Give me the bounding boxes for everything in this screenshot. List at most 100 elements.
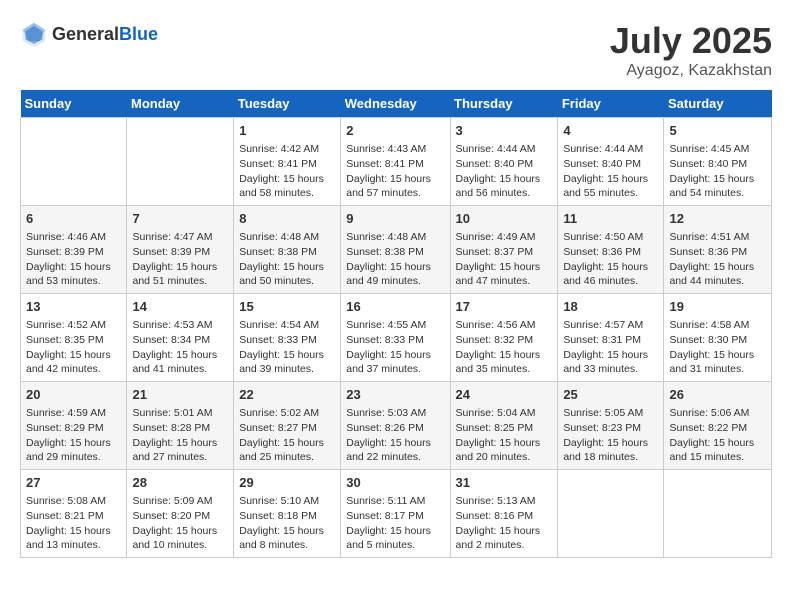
weekday-header-sunday: Sunday [21, 90, 127, 118]
day-number: 20 [26, 386, 121, 404]
day-info: Sunrise: 4:59 AMSunset: 8:29 PMDaylight:… [26, 406, 121, 465]
calendar-cell: 31 Sunrise: 5:13 AMSunset: 8:16 PMDayligh… [450, 470, 558, 558]
calendar-location: Ayagoz, Kazakhstan [610, 62, 772, 80]
logo: GeneralBlue [20, 20, 158, 48]
calendar-cell: 7 Sunrise: 4:47 AMSunset: 8:39 PMDaylight… [127, 206, 234, 294]
day-info: Sunrise: 5:04 AMSunset: 8:25 PMDaylight:… [456, 406, 553, 465]
weekday-header-thursday: Thursday [450, 90, 558, 118]
day-number: 21 [132, 386, 228, 404]
day-info: Sunrise: 4:55 AMSunset: 8:33 PMDaylight:… [346, 318, 444, 377]
calendar-week-1: 1 Sunrise: 4:42 AMSunset: 8:41 PMDaylight… [21, 118, 772, 206]
day-number: 29 [239, 474, 335, 492]
calendar-week-3: 13 Sunrise: 4:52 AMSunset: 8:35 PMDayligh… [21, 294, 772, 382]
calendar-cell: 30 Sunrise: 5:11 AMSunset: 8:17 PMDayligh… [341, 470, 450, 558]
calendar-table: SundayMondayTuesdayWednesdayThursdayFrid… [20, 90, 772, 558]
calendar-cell: 9 Sunrise: 4:48 AMSunset: 8:38 PMDaylight… [341, 206, 450, 294]
calendar-week-5: 27 Sunrise: 5:08 AMSunset: 8:21 PMDayligh… [21, 470, 772, 558]
logo-blue: Blue [119, 24, 158, 44]
day-number: 27 [26, 474, 121, 492]
calendar-cell: 5Sunrise: 4:45 AMSunset: 8:40 PMDaylight… [664, 118, 772, 206]
day-info: Sunrise: 5:01 AMSunset: 8:28 PMDaylight:… [132, 406, 228, 465]
calendar-cell: 1 Sunrise: 4:42 AMSunset: 8:41 PMDaylight… [234, 118, 341, 206]
calendar-cell: 20 Sunrise: 4:59 AMSunset: 8:29 PMDayligh… [21, 382, 127, 470]
calendar-cell: 15 Sunrise: 4:54 AMSunset: 8:33 PMDayligh… [234, 294, 341, 382]
day-info: Sunrise: 5:08 AMSunset: 8:21 PMDaylight:… [26, 494, 121, 553]
day-number: 30 [346, 474, 444, 492]
calendar-cell: 24Sunrise: 5:04 AMSunset: 8:25 PMDayligh… [450, 382, 558, 470]
logo-icon [20, 20, 48, 48]
calendar-cell: 16 Sunrise: 4:55 AMSunset: 8:33 PMDayligh… [341, 294, 450, 382]
day-info: Sunrise: 5:10 AMSunset: 8:18 PMDaylight:… [239, 494, 335, 553]
day-number: 9 [346, 210, 444, 228]
calendar-cell: 4 Sunrise: 4:44 AMSunset: 8:40 PMDaylight… [558, 118, 664, 206]
calendar-cell: 8Sunrise: 4:48 AMSunset: 8:38 PMDaylight… [234, 206, 341, 294]
day-number: 8 [239, 210, 335, 228]
day-number: 1 [239, 122, 335, 140]
day-info: Sunrise: 4:50 AMSunset: 8:36 PMDaylight:… [563, 230, 658, 289]
weekday-header-monday: Monday [127, 90, 234, 118]
calendar-cell: 27 Sunrise: 5:08 AMSunset: 8:21 PMDayligh… [21, 470, 127, 558]
day-number: 14 [132, 298, 228, 316]
calendar-cell: 19 Sunrise: 4:58 AMSunset: 8:30 PMDayligh… [664, 294, 772, 382]
day-number: 19 [669, 298, 766, 316]
day-number: 3 [456, 122, 553, 140]
day-info: Sunrise: 5:05 AMSunset: 8:23 PMDaylight:… [563, 406, 658, 465]
day-info: Sunrise: 4:44 AMSunset: 8:40 PMDaylight:… [563, 142, 658, 201]
day-info: Sunrise: 4:56 AMSunset: 8:32 PMDaylight:… [456, 318, 553, 377]
day-number: 5 [669, 122, 766, 140]
calendar-cell: 11 Sunrise: 4:50 AMSunset: 8:36 PMDayligh… [558, 206, 664, 294]
page-header: GeneralBlue July 2025 Ayagoz, Kazakhstan [20, 20, 772, 80]
day-info: Sunrise: 4:49 AMSunset: 8:37 PMDaylight:… [456, 230, 553, 289]
day-number: 18 [563, 298, 658, 316]
day-info: Sunrise: 4:52 AMSunset: 8:35 PMDaylight:… [26, 318, 121, 377]
day-number: 15 [239, 298, 335, 316]
day-number: 10 [456, 210, 553, 228]
calendar-cell: 25Sunrise: 5:05 AMSunset: 8:23 PMDayligh… [558, 382, 664, 470]
calendar-cell [664, 470, 772, 558]
calendar-cell: 29 Sunrise: 5:10 AMSunset: 8:18 PMDayligh… [234, 470, 341, 558]
weekday-header-wednesday: Wednesday [341, 90, 450, 118]
calendar-week-2: 6 Sunrise: 4:46 AMSunset: 8:39 PMDaylight… [21, 206, 772, 294]
calendar-cell: 23Sunrise: 5:03 AMSunset: 8:26 PMDayligh… [341, 382, 450, 470]
day-info: Sunrise: 4:57 AMSunset: 8:31 PMDaylight:… [563, 318, 658, 377]
calendar-cell: 12Sunrise: 4:51 AMSunset: 8:36 PMDayligh… [664, 206, 772, 294]
day-info: Sunrise: 4:58 AMSunset: 8:30 PMDaylight:… [669, 318, 766, 377]
day-info: Sunrise: 4:42 AMSunset: 8:41 PMDaylight:… [239, 142, 335, 201]
calendar-cell [21, 118, 127, 206]
day-number: 7 [132, 210, 228, 228]
calendar-header: SundayMondayTuesdayWednesdayThursdayFrid… [21, 90, 772, 118]
day-number: 31 [456, 474, 553, 492]
day-info: Sunrise: 4:46 AMSunset: 8:39 PMDaylight:… [26, 230, 121, 289]
day-info: Sunrise: 5:06 AMSunset: 8:22 PMDaylight:… [669, 406, 766, 465]
day-number: 13 [26, 298, 121, 316]
calendar-cell: 2Sunrise: 4:43 AMSunset: 8:41 PMDaylight… [341, 118, 450, 206]
day-info: Sunrise: 4:54 AMSunset: 8:33 PMDaylight:… [239, 318, 335, 377]
day-number: 17 [456, 298, 553, 316]
calendar-cell: 22Sunrise: 5:02 AMSunset: 8:27 PMDayligh… [234, 382, 341, 470]
calendar-cell [127, 118, 234, 206]
day-number: 16 [346, 298, 444, 316]
day-info: Sunrise: 5:03 AMSunset: 8:26 PMDaylight:… [346, 406, 444, 465]
day-info: Sunrise: 4:44 AMSunset: 8:40 PMDaylight:… [456, 142, 553, 201]
calendar-cell: 26 Sunrise: 5:06 AMSunset: 8:22 PMDayligh… [664, 382, 772, 470]
calendar-cell: 17 Sunrise: 4:56 AMSunset: 8:32 PMDayligh… [450, 294, 558, 382]
calendar-cell: 21 Sunrise: 5:01 AMSunset: 8:28 PMDayligh… [127, 382, 234, 470]
logo-general: General [52, 24, 119, 44]
calendar-cell [558, 470, 664, 558]
day-number: 26 [669, 386, 766, 404]
calendar-cell: 14Sunrise: 4:53 AMSunset: 8:34 PMDayligh… [127, 294, 234, 382]
day-info: Sunrise: 4:48 AMSunset: 8:38 PMDaylight:… [346, 230, 444, 289]
weekday-header-friday: Friday [558, 90, 664, 118]
weekday-header-row: SundayMondayTuesdayWednesdayThursdayFrid… [21, 90, 772, 118]
day-number: 6 [26, 210, 121, 228]
calendar-body: 1 Sunrise: 4:42 AMSunset: 8:41 PMDaylight… [21, 118, 772, 558]
day-info: Sunrise: 5:11 AMSunset: 8:17 PMDaylight:… [346, 494, 444, 553]
calendar-cell: 28Sunrise: 5:09 AMSunset: 8:20 PMDayligh… [127, 470, 234, 558]
weekday-header-saturday: Saturday [664, 90, 772, 118]
calendar-week-4: 20 Sunrise: 4:59 AMSunset: 8:29 PMDayligh… [21, 382, 772, 470]
day-number: 11 [563, 210, 658, 228]
day-number: 4 [563, 122, 658, 140]
day-info: Sunrise: 4:47 AMSunset: 8:39 PMDaylight:… [132, 230, 228, 289]
day-number: 12 [669, 210, 766, 228]
day-info: Sunrise: 5:13 AMSunset: 8:16 PMDaylight:… [456, 494, 553, 553]
